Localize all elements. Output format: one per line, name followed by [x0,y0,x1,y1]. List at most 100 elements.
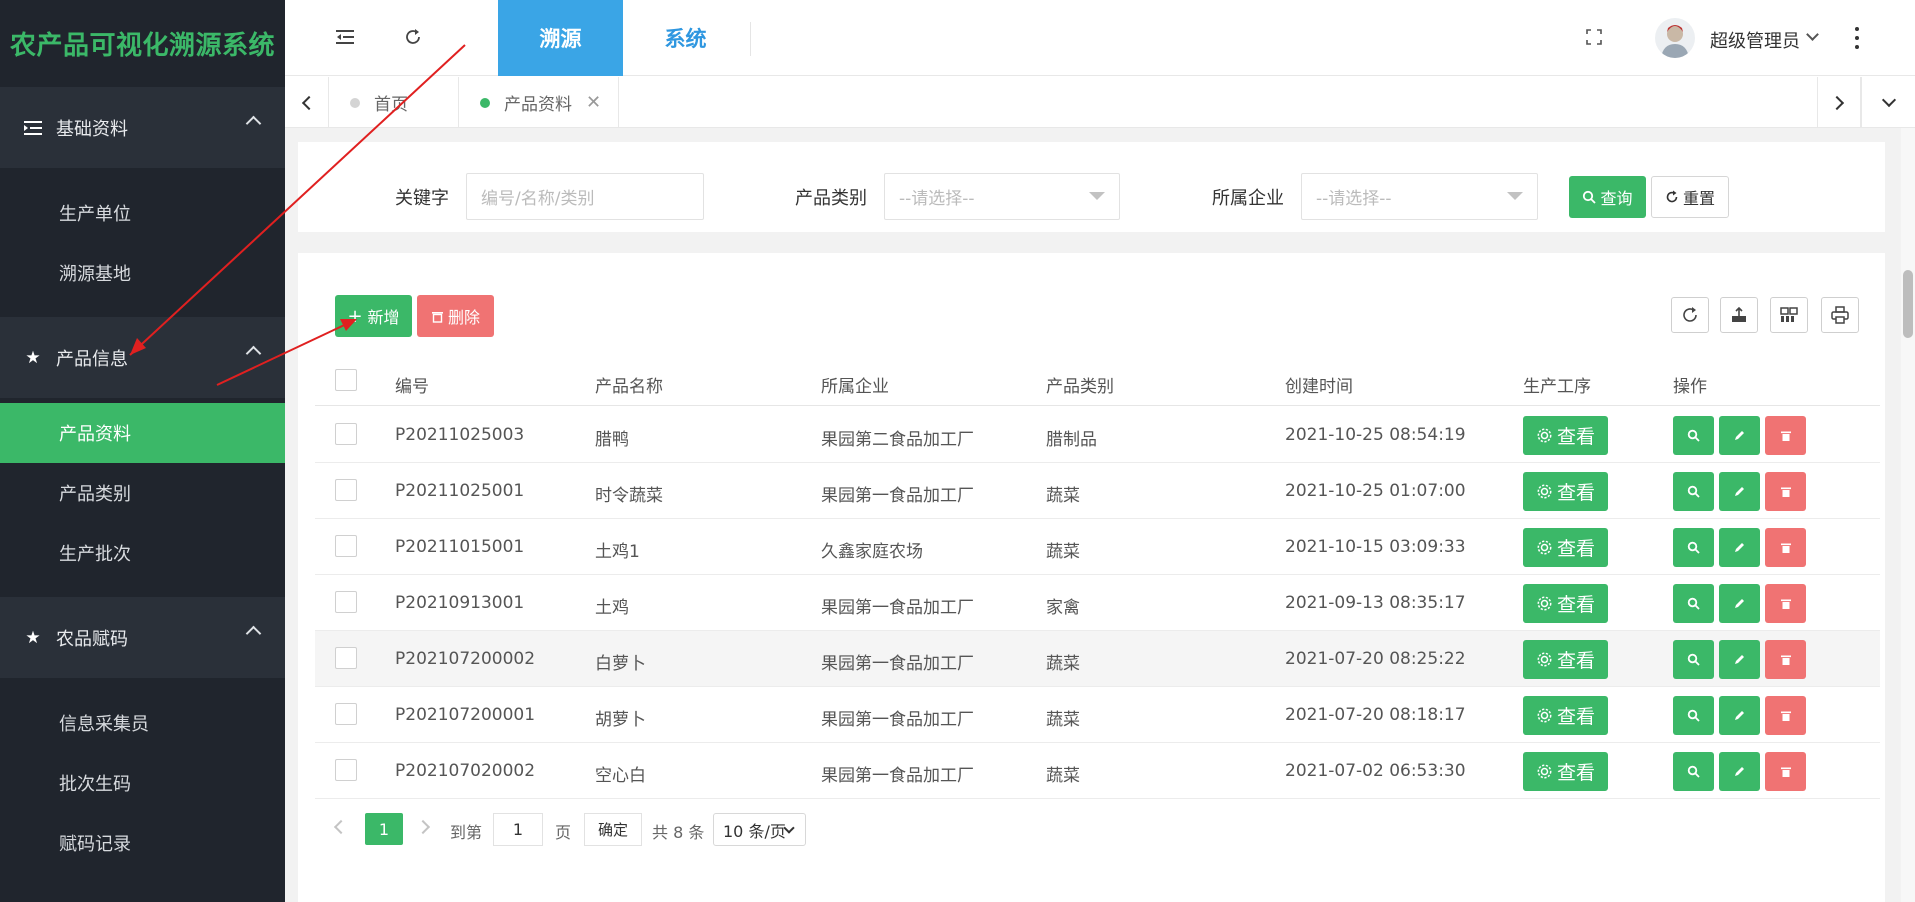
tabs-scroll-right-button[interactable] [1817,77,1861,128]
delete-row-button[interactable] [1765,528,1806,567]
sidebar-item-collector[interactable]: 信息采集员 [0,693,285,753]
goto-page-input[interactable]: 1 [493,813,543,846]
tabs-menu-button[interactable] [1861,77,1915,128]
keyword-input[interactable]: 编号/名称/类别 [466,173,704,220]
search-icon [1687,485,1700,498]
table-row[interactable]: P20211025003 腊鸭 果园第二食品加工厂 腊制品 2021-10-25 08:… [315,407,1880,463]
view-process-button[interactable]: 查看 [1523,640,1608,679]
row-checkbox[interactable] [335,703,357,725]
scrollbar-thumb[interactable] [1903,270,1913,338]
edit-button[interactable] [1719,640,1760,679]
select-all-checkbox[interactable] [335,369,357,391]
sidebar-item-code-record[interactable]: 赋码记录 [0,813,285,873]
refresh-icon[interactable] [402,26,426,50]
company-select[interactable]: --请选择-- [1301,173,1538,220]
cell-code: P202107200002 [395,649,536,669]
reset-button[interactable]: 重置 [1651,176,1729,218]
user-name[interactable]: 超级管理员 [1710,27,1800,53]
cell-name: 白萝卜 [595,654,646,674]
view-process-button[interactable]: 查看 [1523,416,1608,455]
sidebar-group-product[interactable]: ★ 产品信息 [0,317,285,398]
more-vertical-icon[interactable] [1854,27,1860,49]
detail-button[interactable] [1673,416,1714,455]
table-columns-button[interactable] [1770,297,1808,333]
view-process-button[interactable]: 查看 [1523,528,1608,567]
goto-confirm-button[interactable]: 确定 [584,813,642,846]
edit-button[interactable] [1719,472,1760,511]
cell-created: 2021-09-13 08:35:17 [1285,593,1466,613]
view-label: 查看 [1556,706,1595,728]
sidebar-item-product-info[interactable]: 产品资料 [0,403,285,463]
close-icon[interactable]: ✕ [586,92,601,113]
sidebar-group-coding[interactable]: ★ 农品赋码 [0,597,285,678]
add-label: 新增 [367,308,400,327]
tab-home[interactable]: 首页 [329,77,459,128]
scrollbar-track[interactable] [1901,128,1915,902]
view-process-button[interactable]: 查看 [1523,696,1608,735]
row-checkbox[interactable] [335,423,357,445]
sidebar-item-production-unit[interactable]: 生产单位 [0,183,285,243]
sidebar-item-trace-base[interactable]: 溯源基地 [0,243,285,303]
cell-company: 果园第一食品加工厂 [821,766,974,786]
column-header-name[interactable]: 产品名称 [595,372,663,397]
table-row[interactable]: P202107020002 空心白 果园第一食品加工厂 蔬菜 2021-07-02 06… [315,743,1880,799]
delete-row-button[interactable] [1765,640,1806,679]
view-process-button[interactable]: 查看 [1523,752,1608,791]
table-row[interactable]: P202107200001 胡萝卜 果园第一食品加工厂 蔬菜 2021-07-20 08… [315,687,1880,743]
avatar[interactable] [1655,18,1695,58]
tabs-scroll-left-button[interactable] [285,77,329,128]
table-export-button[interactable] [1720,297,1758,333]
topnav-tab-system[interactable]: 系统 [623,0,748,76]
delete-row-button[interactable] [1765,752,1806,791]
edit-button[interactable] [1719,584,1760,623]
row-checkbox[interactable] [335,535,357,557]
delete-row-button[interactable] [1765,416,1806,455]
sidebar-item-batch-code[interactable]: 批次生码 [0,753,285,813]
table-row[interactable]: P20211025001 时令蔬菜 果园第一食品加工厂 蔬菜 2021-10-25 01… [315,463,1880,519]
delete-row-button[interactable] [1765,696,1806,735]
delete-row-button[interactable] [1765,584,1806,623]
page-size-select[interactable]: 10 条/页 [713,813,806,846]
add-button[interactable]: + 新增 [335,295,412,337]
category-select[interactable]: --请选择-- [884,173,1120,220]
view-process-button[interactable]: 查看 [1523,472,1608,511]
detail-button[interactable] [1673,472,1714,511]
edit-button[interactable] [1719,416,1760,455]
column-header-code[interactable]: 编号 [395,372,429,397]
delete-button[interactable]: 删除 [417,295,494,337]
query-button[interactable]: 查询 [1569,176,1646,218]
current-page-button[interactable]: 1 [365,813,403,845]
table-row[interactable]: P20210913001 土鸡 果园第一食品加工厂 家禽 2021-09-13 08:3… [315,575,1880,631]
edit-button[interactable] [1719,752,1760,791]
column-header-created[interactable]: 创建时间 [1285,372,1353,397]
row-checkbox[interactable] [335,759,357,781]
topnav-tab-trace[interactable]: 溯源 [498,0,623,76]
detail-button[interactable] [1673,640,1714,679]
sidebar-item-product-category[interactable]: 产品类别 [0,463,285,523]
table-refresh-button[interactable] [1671,297,1709,333]
chevron-down-icon[interactable] [1806,28,1819,41]
table-row[interactable]: P202107200002 白萝卜 果园第一食品加工厂 蔬菜 2021-07-20 08… [315,631,1880,687]
detail-button[interactable] [1673,528,1714,567]
delete-row-button[interactable] [1765,472,1806,511]
app-title: 农产品可视化溯源系统 [0,0,285,87]
edit-button[interactable] [1719,528,1760,567]
view-process-button[interactable]: 查看 [1523,584,1608,623]
row-checkbox[interactable] [335,479,357,501]
detail-button[interactable] [1673,696,1714,735]
tab-product-info[interactable]: 产品资料 ✕ [459,77,619,128]
table-print-button[interactable] [1821,297,1859,333]
detail-button[interactable] [1673,752,1714,791]
menu-fold-icon[interactable] [334,26,358,50]
sidebar-item-production-batch[interactable]: 生产批次 [0,523,285,583]
row-checkbox[interactable] [335,591,357,613]
fullscreen-icon[interactable] [1585,28,1609,52]
column-header-category[interactable]: 产品类别 [1046,372,1114,397]
detail-button[interactable] [1673,584,1714,623]
edit-button[interactable] [1719,696,1760,735]
table-row[interactable]: P20211015001 土鸡1 久鑫家庭农场 蔬菜 2021-10-15 03:09:… [315,519,1880,575]
keyword-placeholder: 编号/名称/类别 [481,189,595,209]
column-header-company[interactable]: 所属企业 [821,372,889,397]
row-checkbox[interactable] [335,647,357,669]
sidebar-group-basic[interactable]: 基础资料 [0,87,285,168]
